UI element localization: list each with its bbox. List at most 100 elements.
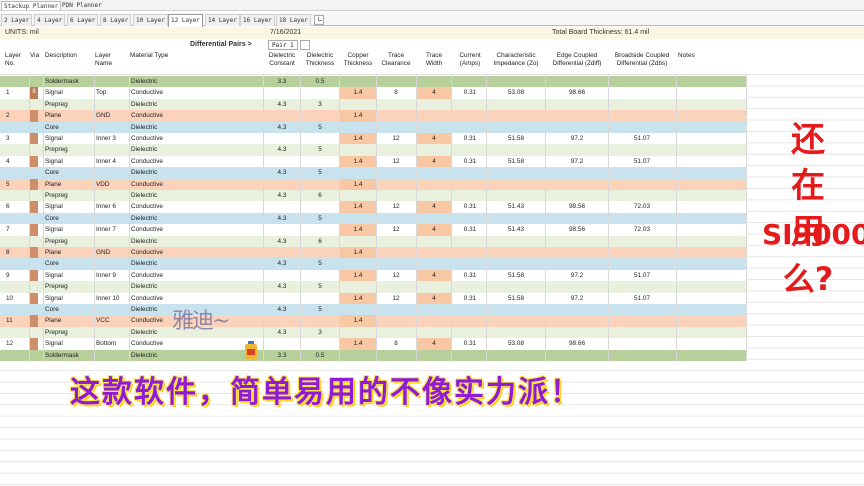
table-row[interactable]: Prepreg Dielectric 4.3 3 xyxy=(0,326,746,339)
cell-tw[interactable] xyxy=(417,281,451,292)
tab-2-layer[interactable]: 2 Layer xyxy=(1,14,33,26)
cell-desc[interactable]: Prepreg xyxy=(45,190,93,201)
cell-zo[interactable] xyxy=(487,304,545,315)
cell-mat[interactable]: Dielectric xyxy=(131,190,231,201)
cell-mat[interactable]: Dielectric xyxy=(131,236,231,247)
cell-zo[interactable] xyxy=(487,350,545,361)
cell-zdiff[interactable] xyxy=(546,190,608,201)
cell-desc[interactable]: Core xyxy=(45,213,93,224)
cell-zo[interactable]: 53.08 xyxy=(487,338,545,349)
cell-zo[interactable] xyxy=(487,122,545,133)
cell-no[interactable] xyxy=(6,213,28,224)
cell-tw[interactable]: 4 xyxy=(417,201,451,213)
cell-cur[interactable]: 0.31 xyxy=(452,224,488,235)
cell-cur[interactable] xyxy=(452,179,488,190)
table-row[interactable]: Core Dielectric 4.3 5 xyxy=(0,304,746,316)
cell-cur[interactable] xyxy=(452,190,488,201)
cell-no[interactable] xyxy=(6,122,28,133)
table-row[interactable]: Prepreg Dielectric 4.3 6 xyxy=(0,190,746,202)
cell-dt[interactable]: 5 xyxy=(301,144,339,155)
cell-zdiff[interactable] xyxy=(546,350,608,361)
cell-dt[interactable]: 5 xyxy=(301,304,339,315)
cell-no[interactable] xyxy=(6,190,28,201)
cell-cu[interactable]: 1.4 xyxy=(340,224,376,236)
cell-tc[interactable]: 12 xyxy=(377,133,415,144)
cell-cu[interactable]: 1.4 xyxy=(340,110,376,122)
cell-name[interactable] xyxy=(96,350,128,361)
cell-mat[interactable]: Dielectric xyxy=(131,258,231,269)
table-row[interactable]: 4 Signal Inner 4 Conductive 1.4 12 4 0.31 51.58 9… xyxy=(0,155,746,168)
cell-zo[interactable]: 51.58 xyxy=(487,270,545,281)
cell-mat[interactable]: Dielectric xyxy=(131,167,231,178)
cell-tw[interactable]: 4 xyxy=(417,292,451,304)
cell-tw[interactable]: 4 xyxy=(417,155,451,168)
cell-cu[interactable] xyxy=(340,213,376,224)
cell-zdiff[interactable] xyxy=(546,247,608,258)
cell-tc[interactable] xyxy=(377,327,415,338)
cell-tw[interactable]: 4 xyxy=(417,224,451,236)
cell-dt[interactable]: 3 xyxy=(301,99,339,110)
cell-cur[interactable] xyxy=(452,258,488,269)
cell-tw[interactable] xyxy=(417,190,451,201)
cell-name[interactable]: GND xyxy=(96,110,128,121)
cell-dt[interactable]: 0.5 xyxy=(301,76,339,87)
cell-zo[interactable]: 53.08 xyxy=(487,87,545,98)
cell-zo[interactable]: 51.43 xyxy=(487,201,545,212)
cell-tw[interactable] xyxy=(417,179,451,190)
cell-name[interactable]: VDD xyxy=(96,179,128,190)
cell-zo[interactable] xyxy=(487,213,545,224)
cell-tc[interactable] xyxy=(377,213,415,224)
cell-dk[interactable]: 4.3 xyxy=(264,144,300,155)
cell-dt[interactable] xyxy=(301,247,339,258)
cell-name[interactable]: Top xyxy=(96,87,128,98)
cell-zo[interactable] xyxy=(487,76,545,87)
cell-dt[interactable] xyxy=(301,87,339,98)
cell-mat[interactable]: Dielectric xyxy=(131,213,231,224)
cell-zo[interactable] xyxy=(487,315,545,326)
cell-zo[interactable] xyxy=(487,110,545,121)
tab-18-layer[interactable]: 18 Layer xyxy=(276,14,311,26)
cell-zdiff[interactable]: 98.66 xyxy=(546,338,608,349)
cell-mat[interactable]: Conductive xyxy=(131,270,231,281)
tab-16-layer[interactable]: 16 Layer xyxy=(240,14,275,26)
cell-tw[interactable]: 4 xyxy=(417,133,451,145)
cell-dk[interactable] xyxy=(264,224,300,235)
table-row[interactable]: Core Dielectric 4.3 5 xyxy=(0,212,746,225)
cell-cu[interactable] xyxy=(340,144,376,155)
cell-tc[interactable] xyxy=(377,110,415,121)
table-row[interactable]: 10 Signal Inner 10 Conductive 1.4 12 4 0.31 51.5… xyxy=(0,292,746,304)
cell-dt[interactable] xyxy=(301,224,339,235)
tab-8-layer[interactable]: 8 Layer xyxy=(100,14,132,26)
cell-zdiff[interactable] xyxy=(546,258,608,269)
cell-zo[interactable]: 51.58 xyxy=(487,293,545,304)
cell-zdbs[interactable] xyxy=(609,304,675,315)
add-tab-icon[interactable] xyxy=(314,15,324,25)
cell-dk[interactable]: 4.3 xyxy=(264,213,300,224)
cell-mat[interactable]: Conductive xyxy=(131,247,231,258)
cell-no[interactable] xyxy=(6,304,28,315)
cell-tc[interactable]: 12 xyxy=(377,224,415,235)
cell-zdiff[interactable]: 97.2 xyxy=(546,270,608,281)
cell-zdbs[interactable] xyxy=(609,179,675,190)
table-row[interactable]: 7 Signal Inner 7 Conductive 1.4 12 4 0.31 51.43 9… xyxy=(0,224,746,236)
cell-zdbs[interactable]: 51.07 xyxy=(609,270,675,281)
tab-pdn-planner[interactable]: PDN Planner xyxy=(60,1,104,10)
cell-name[interactable] xyxy=(96,327,128,338)
cell-cur[interactable] xyxy=(452,99,488,110)
cell-tc[interactable]: 12 xyxy=(377,201,415,212)
cell-tc[interactable] xyxy=(377,350,415,361)
table-row[interactable]: Core Dielectric 4.3 5 xyxy=(0,167,746,179)
cell-cur[interactable] xyxy=(452,144,488,155)
cell-desc[interactable]: Core xyxy=(45,258,93,269)
cell-zo[interactable] xyxy=(487,167,545,178)
cell-zo[interactable]: 51.58 xyxy=(487,133,545,144)
cell-zdiff[interactable]: 97.2 xyxy=(546,156,608,167)
cell-name[interactable]: Inner 4 xyxy=(96,156,128,167)
cell-cur[interactable] xyxy=(452,213,488,224)
cell-tw[interactable] xyxy=(417,327,451,338)
cell-cu[interactable]: 1.4 xyxy=(340,133,376,145)
cell-tw[interactable]: 4 xyxy=(417,269,451,282)
cell-dt[interactable] xyxy=(301,133,339,144)
cell-desc[interactable]: Signal xyxy=(45,87,93,98)
cell-name[interactable] xyxy=(96,99,128,110)
